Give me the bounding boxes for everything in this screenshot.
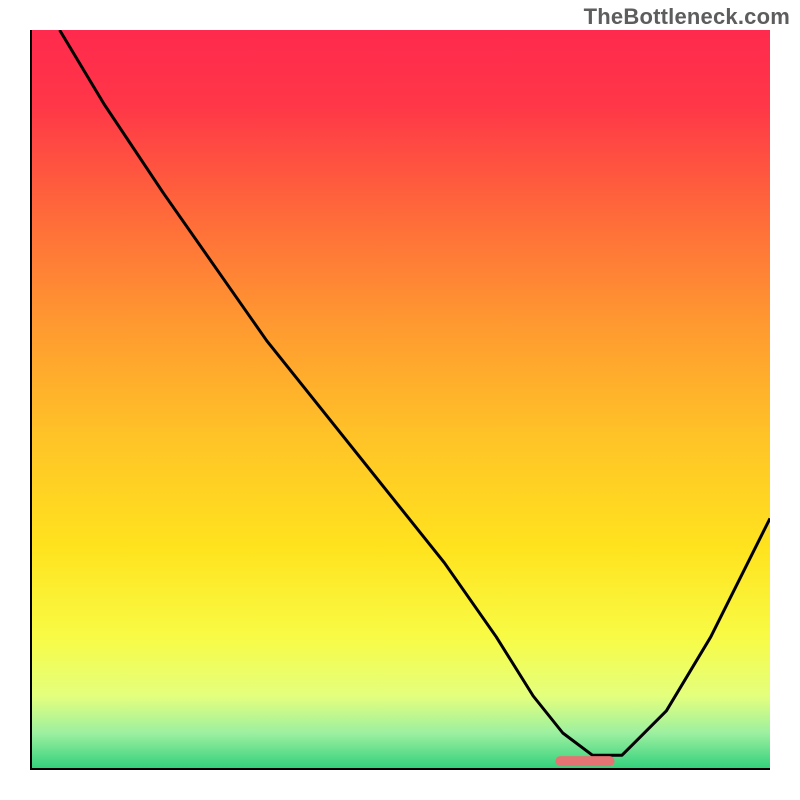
optimal-marker (555, 756, 614, 766)
gradient-background (30, 30, 770, 770)
bottleneck-chart: TheBottleneck.com (0, 0, 800, 800)
watermark-text: TheBottleneck.com (584, 4, 790, 30)
chart-svg (30, 30, 770, 770)
plot-area (30, 30, 770, 770)
optimal-range-bar (555, 756, 614, 766)
